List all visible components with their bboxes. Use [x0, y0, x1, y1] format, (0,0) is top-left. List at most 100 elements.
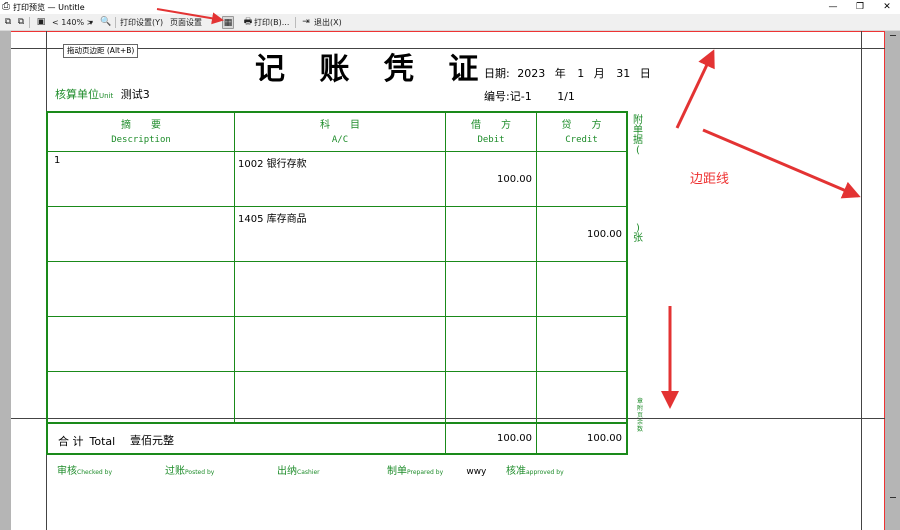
signature-approved: 核准approved by — [506, 462, 564, 477]
side-char: 附 — [636, 405, 643, 412]
header-debit: 借 方 Debit — [446, 119, 536, 147]
toolbar-separator — [29, 17, 30, 28]
page-count: 1/1 — [557, 90, 575, 103]
app-icon: ⎙ — [2, 1, 10, 12]
row1-debit: 100.00 — [497, 174, 532, 185]
print-preview-window: ⎙ 打印预览 — Untitle — ❐ ✕ ⧉ ⧉ ▣ < 140% > ▾ … — [0, 0, 900, 530]
print-button[interactable]: 打印(B)... — [254, 16, 289, 29]
table-rule — [48, 151, 626, 152]
header-account-en: A/C — [331, 135, 349, 145]
margin-line-annotation: 边距线 — [690, 172, 730, 187]
toolbar-separator — [115, 17, 116, 28]
table-rule — [48, 206, 626, 207]
total-debit: 100.00 — [497, 433, 532, 444]
toolbar: ⧉ ⧉ ▣ < 140% > ▾ 🔍 打印设置(Y) 页面设置 ▦ 🖶 打印(B… — [0, 14, 900, 31]
prepared-value: wwy — [466, 467, 487, 477]
close-button[interactable]: ✕ — [876, 0, 898, 14]
printer-icon: 🖶 — [243, 17, 253, 27]
date-month: 1 — [577, 67, 585, 80]
table-rule — [536, 113, 537, 453]
date-month-unit: 月 — [593, 67, 605, 80]
side-bottom-text: 章附页余数 — [634, 398, 646, 433]
attachments-text-top: 附单据( — [632, 116, 644, 156]
voucher-table: 摘 要 Description 科 目 A/C 借 方 Debit 贷 方 Cr… — [46, 111, 628, 455]
header-description: 摘 要 Description — [48, 119, 234, 147]
exit-button[interactable]: 退出(X) — [314, 16, 342, 29]
toolbar-separator — [295, 17, 296, 28]
table-rule — [48, 316, 626, 317]
table-rule — [234, 113, 235, 422]
checked-label: 审核 — [57, 466, 77, 477]
total-label: 合 计 Total — [58, 433, 115, 449]
header-description-cn: 摘 要 — [121, 120, 161, 131]
posted-label-en: Posted by — [185, 469, 215, 476]
date-day-unit: 日 — [639, 67, 651, 80]
paper-top-edge — [11, 31, 885, 32]
row2-credit: 100.00 — [587, 229, 622, 240]
voucher-date: 日期: 2023 年 1 月 31 日 — [484, 65, 651, 81]
total-in-words: 壹佰元整 — [130, 434, 174, 447]
total-label-cn: 合 计 — [58, 435, 84, 448]
drag-margin-icon[interactable]: ▦ — [222, 16, 234, 29]
zoom-dropdown-icon[interactable]: ▾ — [89, 16, 93, 29]
unit-label-en: Unit — [99, 92, 114, 100]
posted-label: 过账 — [165, 466, 185, 477]
header-debit-en: Debit — [477, 135, 505, 145]
window-title: 打印预览 — Untitle — [13, 3, 85, 12]
maximize-button[interactable]: ❐ — [849, 0, 871, 14]
table-rule — [445, 113, 446, 453]
voucher-number: 记-1 — [509, 90, 532, 103]
page-settings-button[interactable]: 页面设置 — [170, 16, 202, 29]
table-rule — [48, 422, 626, 424]
table-rule — [48, 371, 626, 372]
side-char: 张 — [633, 233, 643, 244]
right-margin-line[interactable] — [861, 31, 862, 530]
voucher-number-row: 编号:记-1 1/1 — [484, 88, 575, 104]
number-label: 编号: — [484, 90, 510, 103]
header-credit: 贷 方 Credit — [537, 119, 626, 147]
ruler-mark — [890, 497, 896, 498]
unit-label: 核算单位 — [55, 88, 99, 101]
cashier-label: 出纳 — [277, 466, 297, 477]
prepared-label: 制单 — [387, 466, 407, 477]
signature-checked: 审核Checked by — [57, 462, 112, 477]
approved-label-en: approved by — [526, 469, 564, 476]
unit-value: 测试3 — [120, 88, 150, 101]
header-description-en: Description — [111, 135, 171, 145]
approved-label: 核准 — [506, 466, 526, 477]
table-rule — [48, 261, 626, 262]
attachments-label-top: 附单据( — [632, 116, 644, 156]
preview-left-gutter — [0, 31, 11, 530]
header-credit-en: Credit — [565, 135, 598, 145]
magnifier-icon[interactable]: 🔍 — [100, 16, 112, 29]
minimize-button[interactable]: — — [822, 0, 844, 14]
attachments-label-bottom: ) 张 — [632, 224, 644, 244]
header-account: 科 目 A/C — [235, 119, 445, 147]
side-bottom-label: 章附页余数 — [634, 398, 646, 433]
unit-row: 核算单位Unit 测试3 — [55, 86, 150, 102]
title-bar: ⎙ 打印预览 — Untitle — ❐ ✕ — [0, 0, 900, 14]
date-day: 31 — [616, 67, 631, 80]
voucher-title: 记 账 凭 证 — [255, 52, 491, 87]
row1-account: 1002 银行存款 — [238, 159, 307, 170]
total-label-en: Total — [89, 435, 116, 448]
total-credit: 100.00 — [587, 433, 622, 444]
header-debit-cn: 借 方 — [471, 120, 511, 131]
side-char: 页 — [636, 412, 643, 419]
date-label: 日期: — [484, 67, 510, 80]
side-char: 章 — [636, 398, 643, 405]
prev-page-icon[interactable]: ⧉ — [15, 16, 27, 29]
prepared-label-en: Prepared by — [407, 469, 444, 476]
first-page-icon[interactable]: ⧉ — [2, 16, 14, 29]
print-settings-button[interactable]: 打印设置(Y) — [120, 16, 163, 29]
zoom-selector[interactable]: < 140% > — [52, 16, 93, 29]
checked-label-en: Checked by — [77, 469, 113, 476]
date-year-unit: 年 — [554, 67, 566, 80]
top-margin-line[interactable] — [11, 48, 885, 49]
fit-page-icon[interactable]: ▣ — [35, 16, 47, 29]
side-char: ( — [636, 145, 640, 156]
ruler-mark — [890, 35, 896, 36]
header-account-cn: 科 目 — [320, 120, 360, 131]
row2-account: 1405 库存商品 — [238, 214, 307, 225]
drag-margin-tooltip: 拖动页边距 (Alt+B) — [63, 44, 139, 58]
